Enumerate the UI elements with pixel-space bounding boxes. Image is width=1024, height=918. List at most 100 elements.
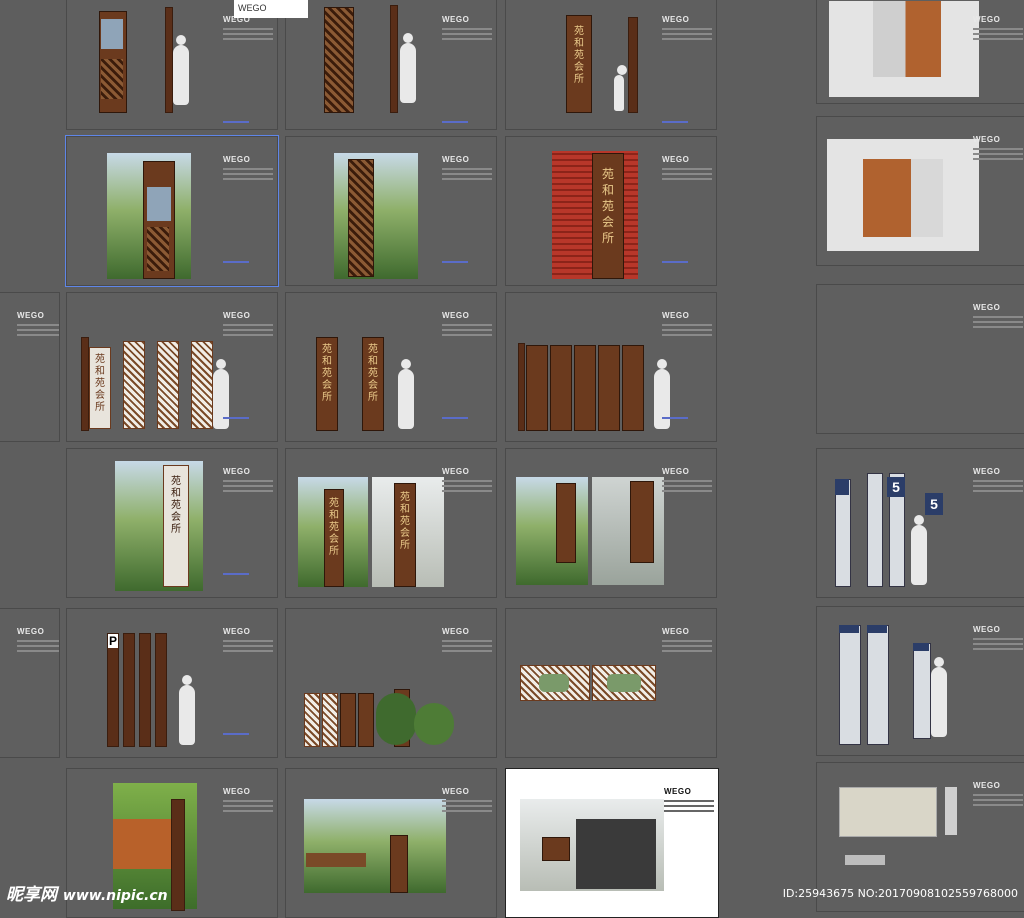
sign-panel: 苑和苑会所 <box>566 15 592 113</box>
board-link[interactable] <box>662 121 688 123</box>
board-link[interactable] <box>442 121 468 123</box>
board-link[interactable] <box>223 733 249 735</box>
human-scale-figure <box>213 359 229 429</box>
shrub-2 <box>414 703 454 745</box>
board-r2c3[interactable]: 苑和苑会所 WEGO <box>505 136 717 286</box>
directory-panel-1 <box>839 625 861 745</box>
number-sign-1-cap <box>835 479 849 495</box>
board-r5c4[interactable]: WEGO <box>816 606 1024 756</box>
board-left-r3[interactable]: WEGO <box>0 292 60 442</box>
board-r5c1[interactable]: P WEGO <box>66 608 278 758</box>
panel-2 <box>550 345 572 431</box>
board-r1c1[interactable]: WEGO <box>66 0 278 130</box>
human-scale-figure <box>173 35 189 105</box>
brand-logo: WEGO <box>442 467 470 476</box>
corten-wall <box>113 819 173 869</box>
board-r2c1[interactable]: WEGO <box>65 135 279 287</box>
parking-letter: P <box>108 634 118 648</box>
board-r6c2[interactable]: WEGO <box>285 768 497 918</box>
plaque-left <box>520 665 590 701</box>
human-scale-figure <box>400 33 416 103</box>
sign-characters: 苑和苑会所 <box>601 167 614 245</box>
board-r3c3[interactable]: WEGO <box>505 292 717 442</box>
board-r5c3[interactable]: WEGO <box>505 608 717 758</box>
image-id-text: ID:25943675 NO:20170908102559768000 <box>782 887 1018 900</box>
brand-logo: WEGO <box>664 787 692 796</box>
human-scale-figure <box>911 515 927 585</box>
board-r2c2[interactable]: WEGO <box>285 136 497 286</box>
sign-left <box>556 483 576 563</box>
board-link[interactable] <box>223 261 249 263</box>
plaque-right-inner <box>607 674 641 692</box>
panel-4 <box>191 341 213 429</box>
human-scale-figure <box>931 657 947 737</box>
panel-5 <box>622 345 644 431</box>
board-sidebar: WEGO <box>973 291 1023 331</box>
board-r3c2[interactable]: 苑和苑会所 苑和苑会所 WEGO <box>285 292 497 442</box>
human-scale-figure <box>654 359 670 429</box>
board-r2c4[interactable]: WEGO <box>816 116 1024 266</box>
board-r3c4[interactable]: WEGO <box>816 284 1024 434</box>
brand-logo: WEGO <box>442 15 470 24</box>
lattice-panel-2 <box>322 693 338 747</box>
board-link[interactable] <box>223 417 249 419</box>
panel-3 <box>574 345 596 431</box>
brand-logo: WEGO <box>223 467 251 476</box>
brand-logo: WEGO <box>17 627 45 636</box>
board-r6c3[interactable]: WEGO <box>505 768 719 918</box>
board-link[interactable] <box>223 121 249 123</box>
board-link[interactable] <box>223 573 249 575</box>
board-sidebar: WEGO <box>662 455 712 495</box>
directory-panel-1-cap <box>839 625 859 633</box>
board-link[interactable] <box>442 417 468 419</box>
human-scale-figure <box>614 65 627 111</box>
wood-post <box>81 337 89 431</box>
panel-1 <box>526 345 548 431</box>
sign-characters: 苑和苑会所 <box>574 26 584 85</box>
board-r1c2[interactable]: WEGO <box>285 0 497 130</box>
directory-panel-2-cap <box>867 625 887 633</box>
panel-characters: 苑和苑会所 <box>322 344 332 403</box>
board-r4c2[interactable]: 苑和苑会所 苑和苑会所 WEGO <box>285 448 497 598</box>
wood-post <box>171 799 185 911</box>
board-link[interactable] <box>442 261 468 263</box>
board-r3c1[interactable]: 苑和苑会所 WEGO <box>66 292 278 442</box>
board-sidebar: WEGO <box>662 615 712 655</box>
board-r1c4[interactable]: WEGO <box>816 0 1024 104</box>
board-r5c2[interactable]: WEGO <box>285 608 497 758</box>
board-link[interactable] <box>662 417 688 419</box>
planter-box <box>873 1 941 77</box>
board-sidebar: WEGO <box>442 299 492 419</box>
waterfall-photo <box>334 153 418 279</box>
brand-logo: WEGO <box>662 311 690 320</box>
shrub <box>376 693 416 745</box>
brand-logo: WEGO <box>442 155 470 164</box>
board-sidebar: WEGO <box>223 615 273 735</box>
board-left-r5[interactable]: WEGO <box>0 608 60 758</box>
board-r4c1[interactable]: 苑和苑会所 WEGO <box>66 448 278 598</box>
number-sign-2 <box>867 473 883 587</box>
brand-logo: WEGO <box>223 627 251 636</box>
wood-post <box>628 17 638 113</box>
board-sidebar: WEGO <box>662 143 712 263</box>
human-scale-figure <box>179 675 195 745</box>
number-sign-1 <box>835 479 851 587</box>
panel-characters: 苑和苑会所 <box>368 344 378 403</box>
board-r4c3[interactable]: WEGO <box>505 448 717 598</box>
plan-detail <box>945 787 957 835</box>
board-sidebar: WEGO <box>442 455 492 495</box>
blue-map-panel <box>147 187 171 221</box>
plan-drawing <box>839 787 937 837</box>
human-scale-figure <box>398 359 414 429</box>
directory-panel-3-cap <box>913 643 929 651</box>
board-sidebar: WEGO <box>442 615 492 655</box>
sign-panel <box>324 7 354 113</box>
board-r4c4[interactable]: 5 5 WEGO <box>816 448 1024 598</box>
board-r1c3[interactable]: 苑和苑会所 WEGO <box>505 0 717 130</box>
board-link[interactable] <box>662 261 688 263</box>
brand-logo: WEGO <box>662 155 690 164</box>
panel-characters: 苑和苑会所 <box>95 354 105 413</box>
brand-logo: WEGO <box>662 627 690 636</box>
panel-1: 苑和苑会所 <box>89 347 111 429</box>
sign-left: 苑和苑会所 <box>324 489 344 587</box>
